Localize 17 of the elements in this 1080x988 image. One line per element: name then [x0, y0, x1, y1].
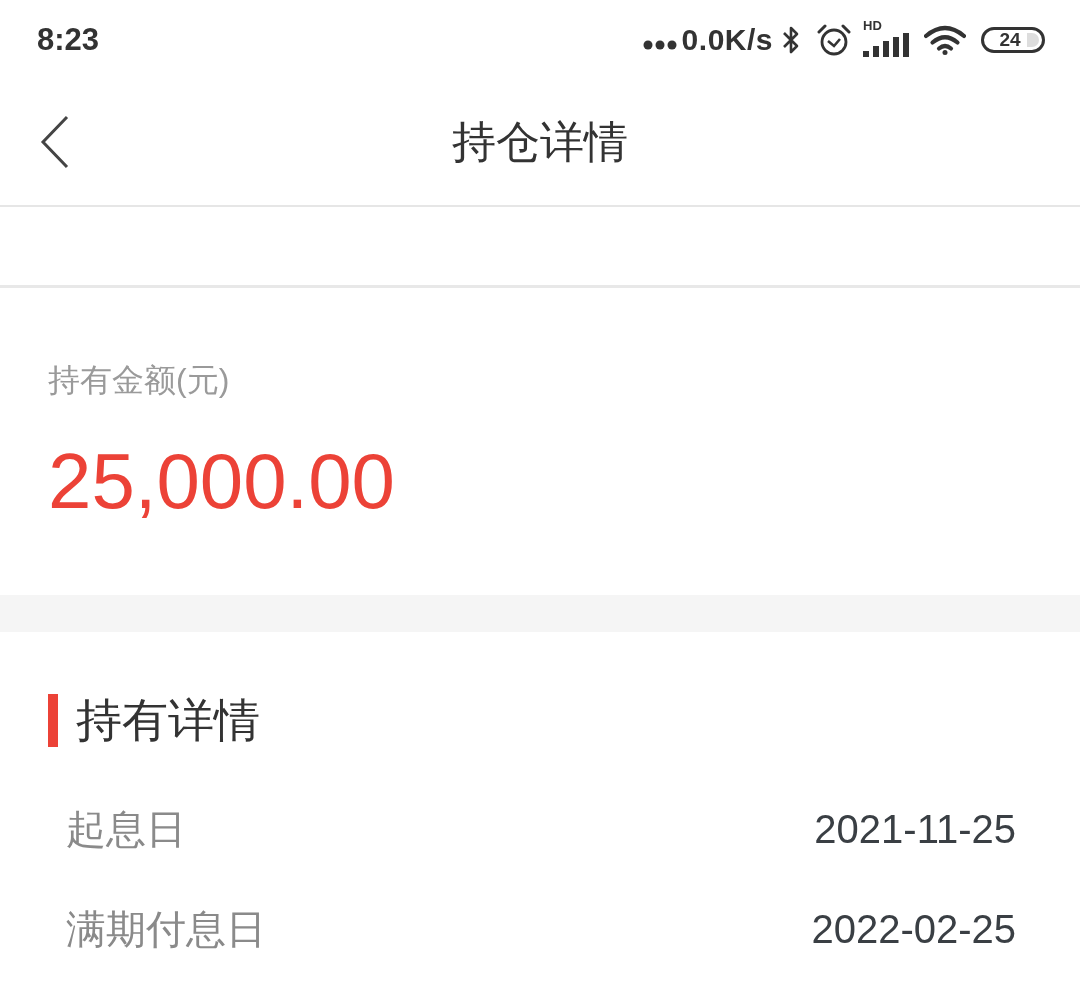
detail-value: 2022-02-25: [811, 906, 1016, 952]
detail-label: 满期付息日: [66, 905, 266, 953]
back-chevron-icon[interactable]: [40, 115, 70, 169]
detail-label: 起息日: [66, 805, 186, 853]
detail-value: 2021-11-25: [814, 806, 1016, 852]
more-dots-icon: [642, 40, 677, 50]
wifi-icon: [924, 25, 966, 55]
holding-amount: 25,000.00: [48, 436, 395, 526]
battery-icon: 24: [981, 27, 1045, 53]
network-speed: 0.0K/s: [681, 23, 773, 57]
section-accent-bar: [48, 694, 58, 747]
status-time: 8:23: [37, 22, 100, 58]
page-title: 持仓详情: [452, 116, 628, 168]
section-heading: 持有详情: [76, 694, 260, 747]
bluetooth-icon: [781, 25, 801, 55]
holding-amount-label: 持有金额(元): [48, 361, 230, 400]
alarm-clock-icon: [817, 24, 851, 56]
